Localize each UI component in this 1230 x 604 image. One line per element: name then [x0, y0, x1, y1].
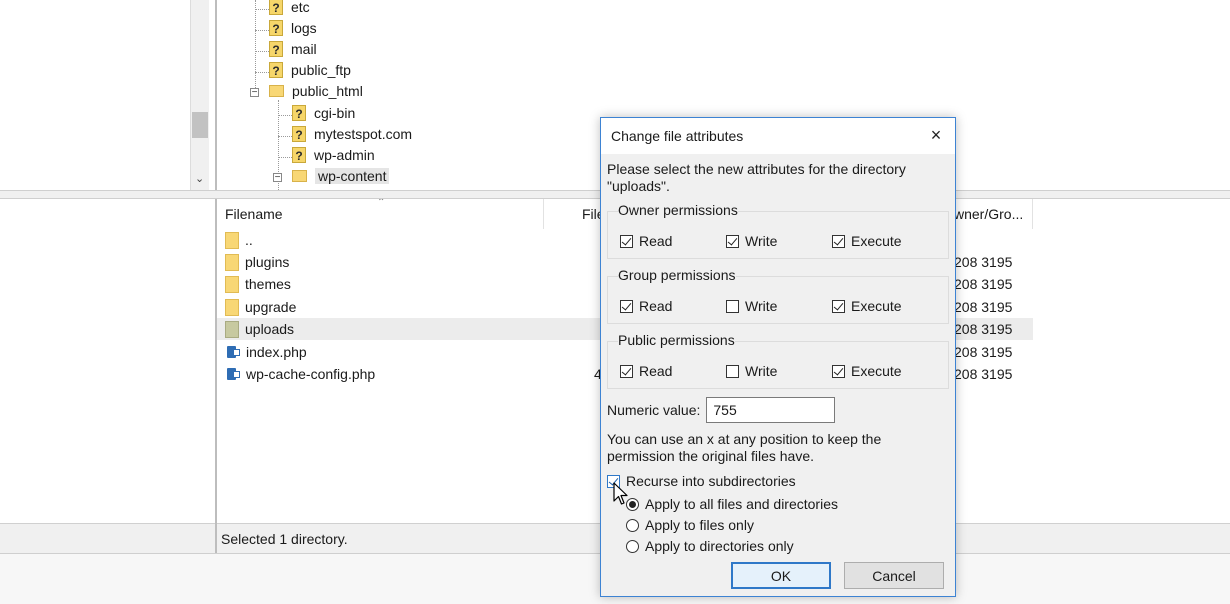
dialog-title: Change file attributes — [611, 128, 744, 144]
tree-item-mail[interactable]: ? mail — [269, 39, 317, 59]
local-tree-scrollbar[interactable]: ⌄ — [190, 0, 209, 190]
tree-guide-line — [278, 115, 292, 116]
mouse-pointer-icon — [613, 482, 628, 505]
local-status-bar — [0, 523, 215, 554]
public-execute-checkbox[interactable]: Execute — [832, 363, 902, 379]
numeric-value-input[interactable] — [706, 397, 836, 423]
tree-guide-line — [255, 0, 256, 92]
column-separator[interactable] — [1032, 199, 1033, 229]
unknown-folder-icon: ? — [292, 105, 306, 121]
checkbox-box[interactable] — [832, 299, 845, 313]
checkbox-box[interactable] — [620, 364, 633, 378]
checkbox-box[interactable] — [832, 364, 845, 378]
tree-guide-line — [278, 157, 292, 158]
permission-hint-text: You can use an x at any position to keep… — [607, 431, 882, 464]
public-write-checkbox[interactable]: Write — [726, 363, 777, 379]
column-header-filename[interactable]: Filename — [225, 199, 283, 229]
pane-splitter-top[interactable] — [215, 0, 217, 190]
unknown-folder-icon: ? — [269, 0, 283, 15]
owner-write-checkbox[interactable]: Write — [726, 233, 777, 249]
column-header-owner-group[interactable]: wner/Gro... — [954, 199, 1023, 229]
unknown-folder-icon: ? — [269, 41, 283, 57]
folder-icon — [292, 170, 307, 182]
group-title: Public permissions — [618, 332, 735, 348]
collapse-toggle-wp-content[interactable]: − — [273, 173, 282, 183]
local-tree-panel — [0, 0, 190, 190]
recurse-subdirectories-checkbox[interactable]: Recurse into subdirectories — [607, 473, 796, 489]
radio-dot[interactable] — [626, 539, 639, 553]
ok-button[interactable]: OK — [731, 562, 831, 589]
checkbox-box[interactable] — [726, 364, 739, 378]
group-read-checkbox[interactable]: Read — [620, 298, 672, 314]
tree-guide-line — [255, 30, 269, 31]
tree-guide-line — [255, 72, 269, 73]
php-file-icon — [225, 367, 240, 381]
tree-guide-line — [278, 136, 292, 137]
group-execute-checkbox[interactable]: Execute — [832, 298, 902, 314]
local-file-list — [0, 199, 215, 523]
unknown-folder-icon: ? — [292, 126, 306, 142]
owner-read-checkbox[interactable]: Read — [620, 233, 672, 249]
checkbox-box[interactable] — [726, 234, 739, 248]
status-text: Selected 1 directory. — [221, 530, 348, 547]
change-file-attributes-dialog: Change file attributes × Please select t… — [600, 117, 956, 597]
unknown-folder-icon: ? — [269, 62, 283, 78]
dialog-title-bar[interactable]: Change file attributes × — [601, 118, 955, 154]
folder-icon — [225, 275, 239, 293]
checkbox-box[interactable] — [832, 234, 845, 248]
numeric-value-row: Numeric value: — [607, 397, 836, 423]
owner-permissions-group: Owner permissions Read Write Execute — [607, 202, 949, 259]
public-read-checkbox[interactable]: Read — [620, 363, 672, 379]
unknown-folder-icon: ? — [292, 147, 306, 163]
unknown-folder-icon: ? — [269, 20, 283, 36]
folder-icon — [225, 298, 239, 316]
numeric-value-label: Numeric value: — [607, 402, 701, 418]
group-title: Owner permissions — [618, 202, 738, 218]
folder-icon — [269, 85, 284, 97]
group-title: Group permissions — [618, 267, 736, 283]
scrollbar-thumb[interactable] — [192, 112, 208, 138]
folder-icon — [225, 253, 239, 271]
group-write-checkbox[interactable]: Write — [726, 298, 777, 314]
column-separator[interactable] — [543, 199, 544, 229]
apply-all-radio[interactable]: Apply to all files and directories — [626, 496, 838, 512]
scroll-down-arrow-icon[interactable]: ⌄ — [195, 172, 204, 185]
tree-item-wp-content[interactable]: wp-content — [292, 166, 390, 186]
radio-dot[interactable] — [626, 518, 639, 532]
apply-files-only-radio[interactable]: Apply to files only — [626, 517, 754, 533]
tree-guide-line — [255, 9, 269, 10]
owner-execute-checkbox[interactable]: Execute — [832, 233, 902, 249]
group-permissions-group: Group permissions Read Write Execute — [607, 267, 949, 324]
checkbox-box[interactable] — [620, 299, 633, 313]
checkbox-box[interactable] — [620, 234, 633, 248]
tree-item-public-ftp[interactable]: ? public_ftp — [269, 60, 351, 80]
tree-item-wp-admin[interactable]: ? wp-admin — [292, 145, 375, 165]
tree-item-public-html[interactable]: public_html — [269, 81, 363, 101]
tree-item-logs[interactable]: ? logs — [269, 18, 317, 38]
tree-item-cgi-bin[interactable]: ? cgi-bin — [292, 103, 355, 123]
folder-icon — [225, 320, 239, 338]
tree-item-mytestspot[interactable]: ? mytestspot.com — [292, 124, 412, 144]
php-file-icon — [225, 345, 240, 359]
tree-guide-line — [255, 51, 269, 52]
folder-icon — [225, 231, 239, 249]
cancel-button[interactable]: Cancel — [844, 562, 944, 589]
checkbox-box[interactable] — [726, 299, 739, 313]
apply-directories-only-radio[interactable]: Apply to directories only — [626, 538, 794, 554]
dialog-intro-text: Please select the new attributes for the… — [607, 161, 906, 194]
tree-item-etc[interactable]: ? etc — [269, 0, 310, 17]
public-permissions-group: Public permissions Read Write Execute — [607, 332, 949, 389]
close-icon[interactable]: × — [925, 124, 947, 146]
sort-ascending-icon: ⌃ — [377, 199, 386, 208]
collapse-toggle-public-html[interactable]: − — [250, 88, 259, 98]
